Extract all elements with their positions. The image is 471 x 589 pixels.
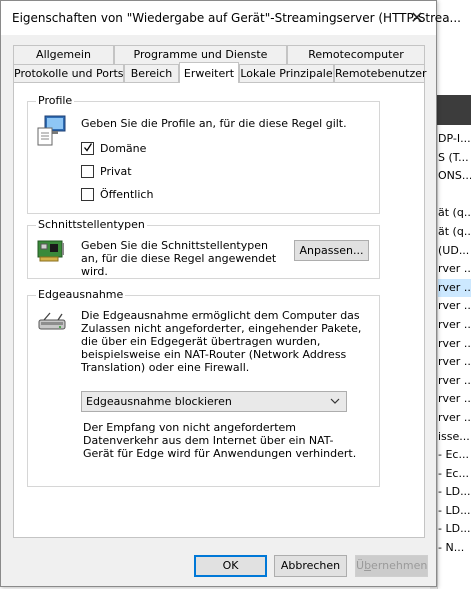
background-list-item[interactable]: - Ec...: [438, 465, 471, 484]
dialog-title: Eigenschaften von "Wiedergabe auf Gerät"…: [12, 11, 461, 25]
background-list-item[interactable]: rver ...: [438, 278, 471, 298]
tab-label: Programme und Dienste: [133, 48, 268, 61]
router-icon: [38, 312, 68, 337]
customize-button[interactable]: Anpassen...: [294, 240, 369, 261]
tab-label: Bereich: [130, 67, 173, 80]
network-card-icon: [36, 238, 66, 267]
background-list-item[interactable]: [438, 186, 471, 205]
apply-button[interactable]: Übernehmen: [355, 555, 428, 577]
cancel-button[interactable]: Abbrechen: [274, 555, 347, 577]
background-rule-list: DP-I... S (T... ONS... ät (q... ät (q... (UD.…: [438, 130, 471, 558]
background-list-item[interactable]: S (T...: [438, 149, 471, 168]
cancel-button-label: Abbrechen: [280, 559, 341, 572]
tab-allgemein[interactable]: Allgemein: [13, 45, 114, 64]
computer-profile-icon: [36, 114, 66, 149]
checkbox-label: Privat: [100, 165, 132, 178]
background-list-item[interactable]: isse...: [438, 428, 471, 447]
interface-types-description: Geben Sie die Schnittstellentypen an, fü…: [81, 239, 277, 278]
background-list-item[interactable]: - LD...: [438, 483, 471, 502]
background-list-item[interactable]: - LD...: [438, 520, 471, 539]
background-list-item[interactable]: - N...: [438, 539, 471, 558]
checkbox-box[interactable]: [81, 165, 94, 178]
tab-erweitert[interactable]: Erweitert: [179, 62, 239, 83]
tab-bereich[interactable]: Bereich: [124, 64, 179, 83]
close-icon: ✕: [410, 8, 424, 27]
background-list-item[interactable]: rver ...: [438, 260, 471, 279]
tab-panel-erweitert: Profile Geben Sie die Profile an, für di…: [13, 82, 425, 538]
edge-traversal-group-title: Edgeausnahme: [36, 288, 126, 301]
interface-types-group-title: Schnittstellentypen: [36, 218, 147, 231]
edge-traversal-select[interactable]: Edgeausnahme blockieren: [81, 391, 347, 412]
chevron-down-icon: [330, 398, 340, 404]
tab-lokale-prinzipale[interactable]: Lokale Prinzipale: [239, 64, 334, 83]
edge-traversal-group: Edgeausnahme Die Edgeausnahme ermöglicht…: [27, 288, 380, 487]
tab-label: Allgemein: [36, 48, 91, 61]
apply-button-label: Übernehmen: [356, 559, 428, 572]
background-list-item[interactable]: ONS...: [438, 167, 471, 186]
interface-types-group: Schnittstellentypen Geben Sie die Schnit…: [27, 218, 380, 279]
background-list-item[interactable]: rver ...: [438, 335, 471, 354]
ok-button[interactable]: OK: [194, 555, 267, 577]
tab-label: Remotebenutzer: [335, 67, 427, 80]
checkbox-label: Öffentlich: [100, 188, 154, 201]
title-bar: Eigenschaften von "Wiedergabe auf Gerät"…: [1, 1, 461, 35]
background-list-item[interactable]: rver ...: [438, 409, 471, 428]
edge-traversal-description: Die Edgeausnahme ermöglicht dem Computer…: [81, 309, 362, 374]
background-list-item[interactable]: ät (q...: [438, 223, 471, 242]
background-list-item[interactable]: rver ...: [438, 353, 471, 372]
background-list-item[interactable]: DP-I...: [438, 130, 471, 149]
background-list-item[interactable]: ät (q...: [438, 204, 471, 223]
properties-dialog: Eigenschaften von "Wiedergabe auf Gerät"…: [0, 0, 461, 587]
tab-label: Lokale Prinzipale: [240, 67, 333, 80]
tab-protokolle-und-ports[interactable]: Protokolle und Ports: [13, 64, 124, 83]
edge-traversal-explanation: Der Empfang von nicht angefordertem Date…: [83, 421, 357, 460]
background-list-item[interactable]: rver ...: [438, 372, 471, 391]
tab-label: Remotecomputer: [308, 48, 404, 61]
edge-traversal-select-value: Edgeausnahme blockieren: [86, 395, 232, 408]
profiles-group: Profile Geben Sie die Profile an, für di…: [27, 94, 380, 214]
customize-button-label: Anpassen...: [299, 244, 364, 257]
checkbox-box[interactable]: [81, 142, 94, 155]
profiles-group-title: Profile: [36, 94, 75, 107]
tab-label: Erweitert: [183, 67, 235, 80]
background-list-item[interactable]: - Ec...: [438, 446, 471, 465]
tab-remotebenutzer[interactable]: Remotebenutzer: [334, 64, 427, 83]
background-list-item[interactable]: rver ...: [438, 390, 471, 409]
tab-row-bottom: Protokolle und Ports Bereich Erweitert L…: [13, 62, 427, 83]
tab-remotecomputer[interactable]: Remotecomputer: [287, 45, 425, 64]
checkmark-icon: [84, 143, 92, 152]
close-button[interactable]: ✕: [402, 5, 432, 31]
checkbox-label: Domäne: [100, 142, 147, 155]
background-list-item[interactable]: (UD...: [438, 242, 471, 261]
profiles-description: Geben Sie die Profile an, für die diese …: [81, 117, 347, 130]
background-list-item[interactable]: rver ...: [438, 316, 471, 335]
background-list-item[interactable]: rver ...: [438, 297, 471, 316]
background-list-item[interactable]: - LD...: [438, 502, 471, 521]
ok-button-label: OK: [222, 559, 239, 572]
tab-label: Protokolle und Ports: [14, 67, 124, 80]
checkbox-box[interactable]: [81, 188, 94, 201]
